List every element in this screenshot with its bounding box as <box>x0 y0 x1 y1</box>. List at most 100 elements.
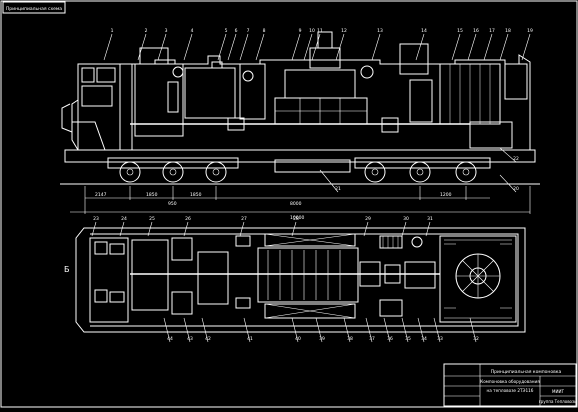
callout-number: 1 <box>111 28 114 34</box>
callout-number: 22 <box>513 156 519 162</box>
callout-leader <box>157 33 167 61</box>
plan-view: Б <box>64 227 526 333</box>
callout-number: 25 <box>149 216 155 222</box>
wheel-2 <box>162 161 184 183</box>
callout-number: 33 <box>437 336 443 342</box>
title-block: Принципиальная компоновка Компоновка обо… <box>443 363 578 407</box>
callout-number: 39 <box>319 336 325 342</box>
callout-number: 44 <box>167 336 173 342</box>
callout-number: 43 <box>187 336 193 342</box>
title-block-org-1: МИИТ <box>552 389 564 394</box>
callout-number: 4 <box>191 28 194 34</box>
callout-leader <box>451 33 461 61</box>
callout-number: 31 <box>427 216 433 222</box>
callout-number: 36 <box>387 336 393 342</box>
callout-number: 8 <box>263 28 266 34</box>
plan-cab <box>89 237 129 323</box>
callout-number: 41 <box>247 336 253 342</box>
callout-leader <box>291 33 301 61</box>
callout-number: 6 <box>235 28 238 34</box>
callout-leader <box>103 33 113 61</box>
callout-leader <box>303 33 313 61</box>
callout-number: 30 <box>403 216 409 222</box>
callout-leader <box>227 33 237 61</box>
callout-number: 11 <box>317 28 323 34</box>
title-stamp: Принципиальная схема <box>2 1 66 14</box>
callout-number: 2 <box>145 28 148 34</box>
headlight-housing <box>61 103 73 133</box>
callout-number: 14 <box>421 28 427 34</box>
plan-equipment-1 <box>131 239 169 311</box>
cab-plow <box>72 121 106 151</box>
callout-number: 20 <box>513 186 519 192</box>
cad-drawing: Принципиальная схема 2147 1850 1850 950 … <box>0 0 578 408</box>
callout-leader <box>137 33 147 61</box>
title-block-subtitle-2: на тепловозе 2ТЭ116 <box>487 388 534 393</box>
callout-number: 12 <box>341 28 347 34</box>
wheel-1 <box>119 161 141 183</box>
wheel-6 <box>455 161 477 183</box>
callout-leader <box>467 33 477 61</box>
callout-leader <box>521 33 531 61</box>
rear-cab <box>504 63 528 100</box>
callout-leader <box>311 33 321 61</box>
dim-4: 950 <box>168 201 177 207</box>
plan-generator <box>197 251 229 305</box>
title-block-subtitle-1: Компоновка оборудования <box>480 379 540 384</box>
callout-leader <box>371 33 381 61</box>
callout-number: 16 <box>473 28 479 34</box>
dim-7: 1200 <box>440 192 452 198</box>
callout-number: 24 <box>121 216 127 222</box>
plan-side-label: Б <box>64 265 70 274</box>
plan-diesel-engine <box>257 247 359 303</box>
title-stamp-text: Принципиальная схема <box>6 6 62 12</box>
callout-number: 10 <box>309 28 315 34</box>
callout-number: 3 <box>165 28 168 34</box>
callout-number: 13 <box>377 28 383 34</box>
callout-number: 29 <box>365 216 371 222</box>
side-view: 2147 1850 1850 950 8000 10000 1200 <box>60 31 540 221</box>
callout-leader <box>499 33 509 61</box>
cab-window-1 <box>81 67 95 83</box>
drawing-sheet: Принципиальная схема 2147 1850 1850 950 … <box>0 0 578 408</box>
callout-leader <box>183 33 193 61</box>
callout-number: 26 <box>185 216 191 222</box>
title-block-title: Принципиальная компоновка <box>491 369 562 375</box>
wheel-4 <box>364 161 386 183</box>
rear-unit <box>469 121 513 149</box>
callout-number: 42 <box>205 336 211 342</box>
plan-outline <box>75 227 526 333</box>
callout-leader <box>415 33 425 61</box>
callout-number: 34 <box>421 336 427 342</box>
callout-leader <box>483 33 493 61</box>
callout-number: 9 <box>299 28 302 34</box>
equipment-compartment-1 <box>134 63 184 137</box>
callout-number: 21 <box>335 186 341 192</box>
callout-number: 5 <box>225 28 228 34</box>
callout-number: 7 <box>247 28 250 34</box>
callout-number: 37 <box>369 336 375 342</box>
callout-number: 23 <box>93 216 99 222</box>
callout-number: 17 <box>489 28 495 34</box>
callout-leader <box>239 33 249 61</box>
cab-nose <box>71 99 79 151</box>
callout-number: 32 <box>473 336 479 342</box>
cooling-unit <box>399 43 429 75</box>
dim-1: 2147 <box>95 192 107 198</box>
callout-leader <box>255 33 265 61</box>
callout-number: 19 <box>527 28 533 34</box>
equipment-compartment-2 <box>184 67 236 119</box>
callout-number: 28 <box>293 216 299 222</box>
dim-5: 8000 <box>290 201 302 207</box>
callout-leader <box>217 33 227 61</box>
dim-2: 1850 <box>146 192 158 198</box>
cab-console <box>81 85 113 107</box>
plan-cooler-top <box>379 235 403 249</box>
sheet-frame <box>0 0 578 408</box>
dimension-lines <box>70 186 531 214</box>
title-block-org-2: группа Тепловозы <box>539 399 578 404</box>
callout-number: 15 <box>457 28 463 34</box>
dim-3: 1850 <box>190 192 202 198</box>
callout-number: 18 <box>505 28 511 34</box>
callout-number: 38 <box>347 336 353 342</box>
